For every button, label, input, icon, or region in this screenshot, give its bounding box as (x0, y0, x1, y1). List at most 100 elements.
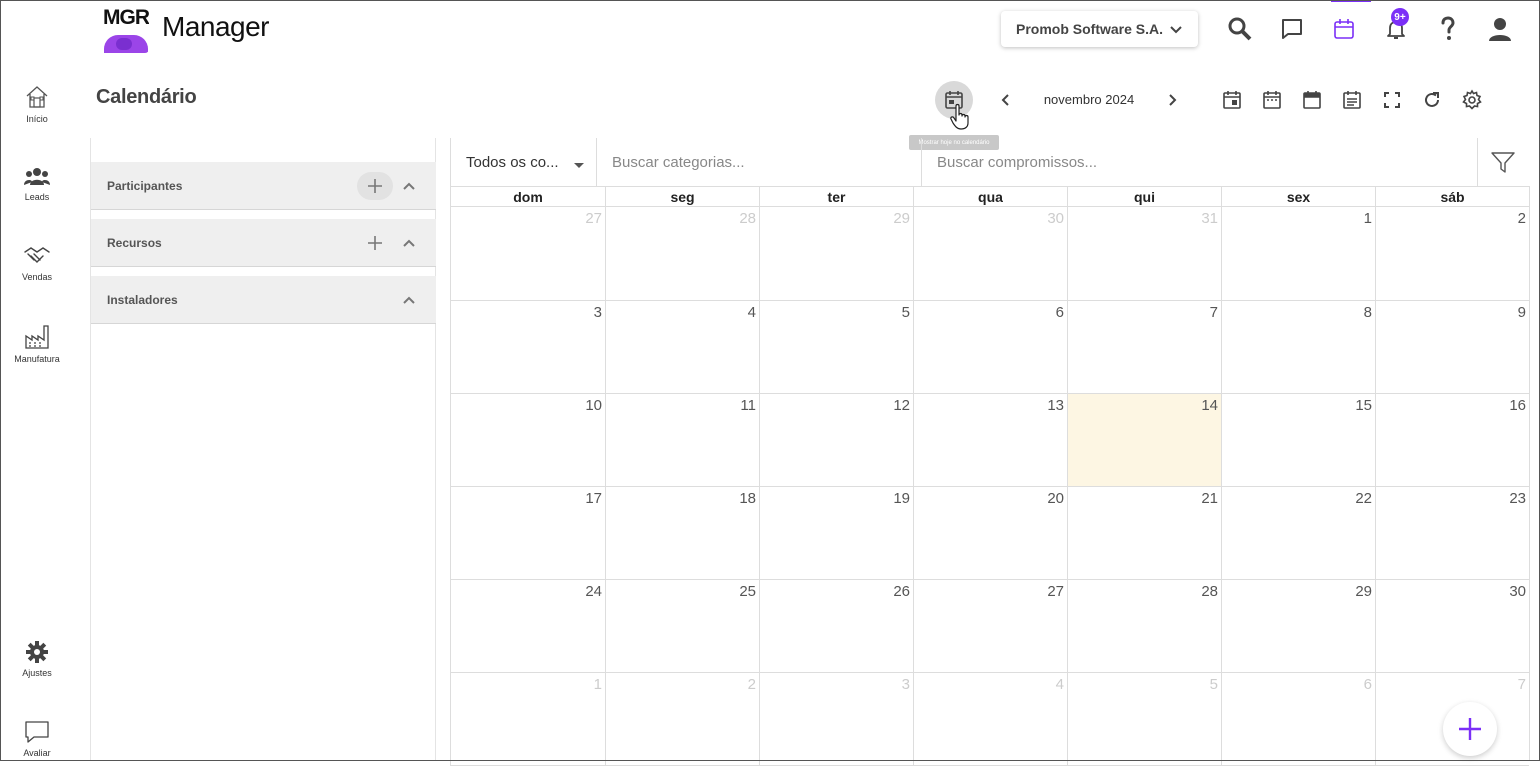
day-cell[interactable]: 16 (1375, 394, 1529, 487)
nav-inicio[interactable]: Início (0, 84, 74, 124)
factory-icon (25, 325, 49, 349)
day-cell-today[interactable]: 14 (1067, 394, 1221, 487)
weekday-header: seg (605, 187, 759, 207)
day-cell[interactable]: 28 (1067, 580, 1221, 673)
fullscreen-icon (1384, 92, 1400, 108)
day-cell[interactable]: 1 (1221, 207, 1375, 301)
refresh-button[interactable] (1420, 88, 1444, 112)
nav-ajustes[interactable]: Ajustes (0, 640, 74, 678)
day-cell[interactable]: 4 (913, 673, 1067, 766)
plus-icon (368, 179, 382, 193)
day-cell[interactable]: 23 (1375, 487, 1529, 580)
weekday-header: ter (759, 187, 913, 207)
section-participantes[interactable]: Participantes (91, 162, 436, 210)
day-cell[interactable]: 29 (1221, 580, 1375, 673)
day-cell[interactable]: 2 (605, 673, 759, 766)
collapse-participantes-button[interactable] (397, 174, 421, 198)
day-cell[interactable]: 3 (450, 301, 605, 394)
day-cell[interactable]: 27 (450, 207, 605, 301)
next-month-button[interactable] (1162, 89, 1182, 111)
day-cell[interactable]: 6 (1221, 673, 1375, 766)
section-instaladores[interactable]: Instaladores (91, 276, 436, 324)
day-cell[interactable]: 19 (759, 487, 913, 580)
search-categories-input[interactable]: Buscar categorias... (597, 138, 922, 187)
week-view-button[interactable] (1260, 88, 1284, 112)
day-cell[interactable]: 22 (1221, 487, 1375, 580)
calendar-week-icon (1263, 91, 1281, 109)
day-cell[interactable]: 2 (1375, 207, 1529, 301)
notification-badge: 9+ (1391, 8, 1409, 26)
add-resource-button[interactable] (357, 229, 393, 257)
user-avatar-icon[interactable] (1485, 14, 1515, 44)
day-cell[interactable]: 21 (1067, 487, 1221, 580)
day-cell[interactable]: 28 (605, 207, 759, 301)
nav-avaliar[interactable]: Avaliar (0, 720, 74, 758)
day-cell[interactable]: 29 (759, 207, 913, 301)
day-cell[interactable]: 11 (605, 394, 759, 487)
section-recursos[interactable]: Recursos (91, 219, 436, 267)
search-appointments-input[interactable]: Buscar compromissos... (922, 138, 1478, 187)
day-number: 5 (1209, 676, 1218, 693)
day-cell[interactable]: 10 (450, 394, 605, 487)
chevron-right-icon (1169, 94, 1177, 106)
month-view-button[interactable] (1300, 88, 1324, 112)
company-selector[interactable]: Promob Software S.A. (1001, 11, 1198, 47)
add-appointment-button[interactable] (1443, 702, 1497, 756)
calendar-icon[interactable] (1329, 14, 1359, 44)
add-participant-button[interactable] (357, 172, 393, 200)
category-select[interactable]: Todos os co... (450, 138, 597, 187)
day-cell[interactable]: 5 (1067, 673, 1221, 766)
calendar-day-icon (1223, 91, 1241, 109)
day-number: 16 (1509, 397, 1526, 414)
chevron-left-icon (1001, 94, 1009, 106)
day-cell[interactable]: 18 (605, 487, 759, 580)
day-number: 7 (1517, 676, 1526, 693)
day-view-button[interactable] (1220, 88, 1244, 112)
app-logo[interactable]: MGR (100, 4, 149, 53)
day-cell[interactable]: 9 (1375, 301, 1529, 394)
section-title: Recursos (107, 236, 162, 250)
day-cell[interactable]: 30 (913, 207, 1067, 301)
day-number: 1 (1363, 210, 1372, 227)
day-cell[interactable]: 24 (450, 580, 605, 673)
day-cell[interactable]: 1 (450, 673, 605, 766)
day-cell[interactable]: 17 (450, 487, 605, 580)
filter-button[interactable] (1488, 150, 1518, 176)
nav-manufatura[interactable]: Manufatura (0, 324, 74, 364)
day-number: 19 (893, 490, 910, 507)
settings-button[interactable] (1460, 88, 1484, 112)
search-icon[interactable] (1225, 14, 1255, 44)
day-cell[interactable]: 4 (605, 301, 759, 394)
collapse-instaladores-button[interactable] (397, 288, 421, 312)
day-cell[interactable]: 12 (759, 394, 913, 487)
calendar-filter-bar: Todos os co... Buscar categorias... Busc… (450, 138, 1530, 187)
page-title: Calendário (96, 86, 197, 108)
people-icon (24, 168, 50, 185)
day-cell[interactable]: 5 (759, 301, 913, 394)
day-cell[interactable]: 7 (1067, 301, 1221, 394)
prev-month-button[interactable] (996, 89, 1016, 111)
day-cell[interactable]: 3 (759, 673, 913, 766)
day-number: 31 (1201, 210, 1218, 227)
agenda-view-button[interactable] (1340, 88, 1364, 112)
day-cell[interactable]: 25 (605, 580, 759, 673)
day-cell[interactable]: 31 (1067, 207, 1221, 301)
nav-label: Ajustes (22, 668, 52, 678)
nav-vendas[interactable]: Vendas (0, 244, 74, 282)
day-cell[interactable]: 8 (1221, 301, 1375, 394)
collapse-recursos-button[interactable] (397, 231, 421, 255)
day-cell[interactable]: 13 (913, 394, 1067, 487)
plus-icon (368, 236, 382, 250)
day-number: 4 (747, 304, 756, 321)
help-icon[interactable] (1433, 14, 1463, 44)
day-cell[interactable]: 27 (913, 580, 1067, 673)
calendar-list-icon (1343, 91, 1361, 109)
day-cell[interactable]: 20 (913, 487, 1067, 580)
day-cell[interactable]: 26 (759, 580, 913, 673)
nav-leads[interactable]: Leads (0, 166, 74, 202)
day-cell[interactable]: 15 (1221, 394, 1375, 487)
chat-icon[interactable] (1277, 14, 1307, 44)
day-cell[interactable]: 6 (913, 301, 1067, 394)
fullscreen-button[interactable] (1380, 88, 1404, 112)
day-cell[interactable]: 30 (1375, 580, 1529, 673)
